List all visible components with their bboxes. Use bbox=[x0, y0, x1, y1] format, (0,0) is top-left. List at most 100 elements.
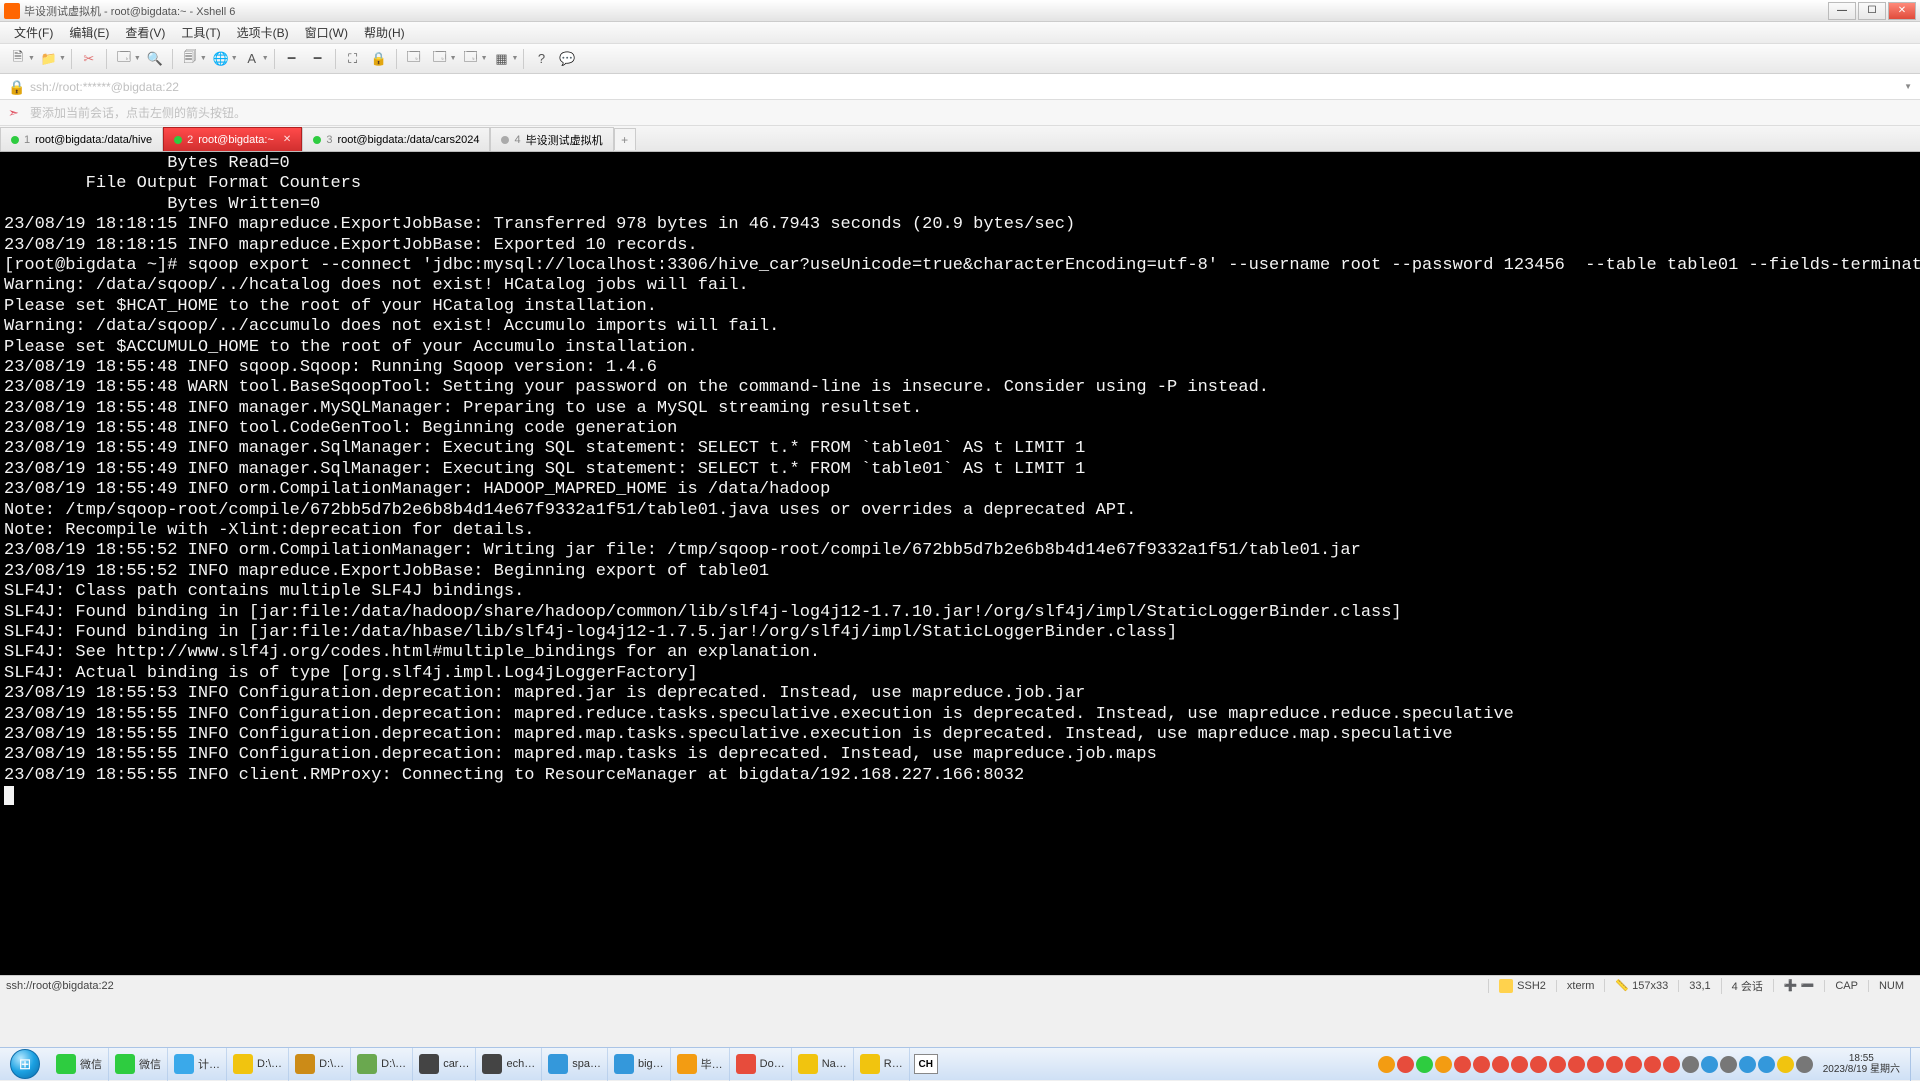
menu-tools[interactable]: 工具(T) bbox=[173, 24, 228, 41]
tray-icon[interactable] bbox=[1549, 1056, 1566, 1073]
tool-icon[interactable]: 🗔 bbox=[428, 48, 452, 70]
app-icon bbox=[677, 1054, 697, 1074]
dropdown-icon[interactable]: ▼ bbox=[231, 55, 238, 62]
tray-icon[interactable] bbox=[1701, 1056, 1718, 1073]
app-label: spa… bbox=[572, 1058, 601, 1070]
tray-icon[interactable] bbox=[1682, 1056, 1699, 1073]
taskbar-app[interactable]: D:\… bbox=[289, 1048, 351, 1081]
dropdown-icon[interactable]: ▼ bbox=[59, 55, 66, 62]
dropdown-icon[interactable]: ▼ bbox=[1904, 82, 1912, 91]
dropdown-icon[interactable]: ▼ bbox=[134, 55, 141, 62]
status-size: 📏 157x33 bbox=[1604, 979, 1678, 992]
help-icon[interactable]: ? bbox=[529, 48, 553, 70]
ime-indicator[interactable]: CH bbox=[914, 1054, 938, 1074]
status-dot-icon bbox=[11, 136, 19, 144]
separator bbox=[172, 49, 173, 69]
taskbar-app[interactable]: ech… bbox=[476, 1048, 542, 1081]
system-tray[interactable] bbox=[1378, 1056, 1813, 1073]
tray-icon[interactable] bbox=[1492, 1056, 1509, 1073]
tray-icon[interactable] bbox=[1644, 1056, 1661, 1073]
menu-window[interactable]: 窗口(W) bbox=[297, 24, 356, 41]
taskbar-app[interactable]: Do… bbox=[730, 1048, 792, 1081]
start-button[interactable]: ⊞ bbox=[0, 1048, 50, 1081]
tray-icon[interactable] bbox=[1435, 1056, 1452, 1073]
properties-icon[interactable]: 🗔 bbox=[112, 48, 136, 70]
tray-icon[interactable] bbox=[1758, 1056, 1775, 1073]
tray-icon[interactable] bbox=[1416, 1056, 1433, 1073]
tool-icon[interactable]: 🗕 bbox=[306, 48, 330, 70]
close-tab-icon[interactable]: ✕ bbox=[283, 134, 291, 145]
tab-3[interactable]: 3 root@bigdata:/data/cars2024 bbox=[302, 127, 490, 151]
copy-icon[interactable]: 🗐 bbox=[178, 48, 202, 70]
tab-4[interactable]: 4 毕设测试虚拟机 bbox=[490, 127, 613, 151]
tray-icon[interactable] bbox=[1454, 1056, 1471, 1073]
maximize-button[interactable]: ☐ bbox=[1858, 2, 1886, 20]
tray-icon[interactable] bbox=[1606, 1056, 1623, 1073]
layout-icon[interactable]: ▦ bbox=[490, 48, 514, 70]
tool-icon[interactable]: 🗔 bbox=[459, 48, 483, 70]
tray-icon[interactable] bbox=[1473, 1056, 1490, 1073]
menu-edit[interactable]: 编辑(E) bbox=[61, 24, 117, 41]
dropdown-icon[interactable]: ▼ bbox=[262, 55, 269, 62]
status-ssh: SSH2 bbox=[1488, 979, 1556, 993]
address-bar[interactable]: 🔒 ssh://root:******@bigdata:22 ▼ bbox=[0, 74, 1920, 100]
show-desktop-button[interactable] bbox=[1910, 1048, 1920, 1081]
tool-icon[interactable]: 🗕 bbox=[280, 48, 304, 70]
tray-icon[interactable] bbox=[1587, 1056, 1604, 1073]
search-icon[interactable]: 🔍 bbox=[143, 48, 167, 70]
tray-icon[interactable] bbox=[1397, 1056, 1414, 1073]
disconnect-icon[interactable]: ✂ bbox=[77, 48, 101, 70]
menu-tabs[interactable]: 选项卡(B) bbox=[229, 24, 297, 41]
tray-icon[interactable] bbox=[1796, 1056, 1813, 1073]
close-button[interactable]: ✕ bbox=[1888, 2, 1916, 20]
tray-icon[interactable] bbox=[1530, 1056, 1547, 1073]
minimize-button[interactable]: — bbox=[1828, 2, 1856, 20]
tray-icon[interactable] bbox=[1568, 1056, 1585, 1073]
taskbar-clock[interactable]: 18:55 2023/8/19 星期六 bbox=[1813, 1053, 1910, 1075]
new-tab-button[interactable]: + bbox=[614, 128, 636, 150]
tool-icon[interactable]: 🗔 bbox=[402, 48, 426, 70]
app-icon bbox=[357, 1054, 377, 1074]
menu-view[interactable]: 查看(V) bbox=[117, 24, 173, 41]
app-label: big… bbox=[638, 1058, 664, 1070]
dropdown-icon[interactable]: ▼ bbox=[481, 55, 488, 62]
dropdown-icon[interactable]: ▼ bbox=[512, 55, 519, 62]
app-icon bbox=[295, 1054, 315, 1074]
taskbar-app[interactable]: 计… bbox=[168, 1048, 227, 1081]
tray-icon[interactable] bbox=[1739, 1056, 1756, 1073]
feedback-icon[interactable]: 💬 bbox=[555, 48, 579, 70]
taskbar-app[interactable]: 微信 bbox=[109, 1048, 168, 1081]
taskbar-app[interactable]: car… bbox=[413, 1048, 476, 1081]
open-icon[interactable]: 📁 bbox=[37, 48, 61, 70]
menu-help[interactable]: 帮助(H) bbox=[356, 24, 413, 41]
tab-2[interactable]: 2 root@bigdata:~ ✕ bbox=[163, 127, 302, 151]
bookmark-icon[interactable]: ➣ bbox=[8, 105, 24, 121]
taskbar-app[interactable]: D:\… bbox=[351, 1048, 413, 1081]
taskbar-app[interactable]: Na… bbox=[792, 1048, 854, 1081]
taskbar-app[interactable]: big… bbox=[608, 1048, 671, 1081]
taskbar-app[interactable]: spa… bbox=[542, 1048, 608, 1081]
tray-icon[interactable] bbox=[1663, 1056, 1680, 1073]
tray-icon[interactable] bbox=[1378, 1056, 1395, 1073]
tab-1[interactable]: 1 root@bigdata:/data/hive bbox=[0, 127, 163, 151]
dropdown-icon[interactable]: ▼ bbox=[28, 55, 35, 62]
taskbar-app[interactable]: D:\… bbox=[227, 1048, 289, 1081]
new-session-icon[interactable]: 🗎 bbox=[6, 48, 30, 70]
taskbar-app[interactable]: R… bbox=[854, 1048, 910, 1081]
lock-icon[interactable]: 🔒 bbox=[367, 48, 391, 70]
taskbar-app[interactable]: 毕… bbox=[671, 1048, 730, 1081]
font-icon[interactable]: A bbox=[240, 48, 264, 70]
tab-label: 毕设测试虚拟机 bbox=[526, 132, 603, 148]
fullscreen-icon[interactable]: ⛶ bbox=[341, 48, 365, 70]
taskbar-app[interactable]: 微信 bbox=[50, 1048, 109, 1081]
status-bar: ssh://root@bigdata:22 SSH2 xterm 📏 157x3… bbox=[0, 975, 1920, 995]
dropdown-icon[interactable]: ▼ bbox=[450, 55, 457, 62]
web-icon[interactable]: 🌐 bbox=[209, 48, 233, 70]
tray-icon[interactable] bbox=[1777, 1056, 1794, 1073]
dropdown-icon[interactable]: ▼ bbox=[200, 55, 207, 62]
tray-icon[interactable] bbox=[1625, 1056, 1642, 1073]
menu-file[interactable]: 文件(F) bbox=[6, 24, 61, 41]
terminal-output[interactable]: Bytes Read=0 File Output Format Counters… bbox=[0, 152, 1920, 975]
tray-icon[interactable] bbox=[1720, 1056, 1737, 1073]
tray-icon[interactable] bbox=[1511, 1056, 1528, 1073]
